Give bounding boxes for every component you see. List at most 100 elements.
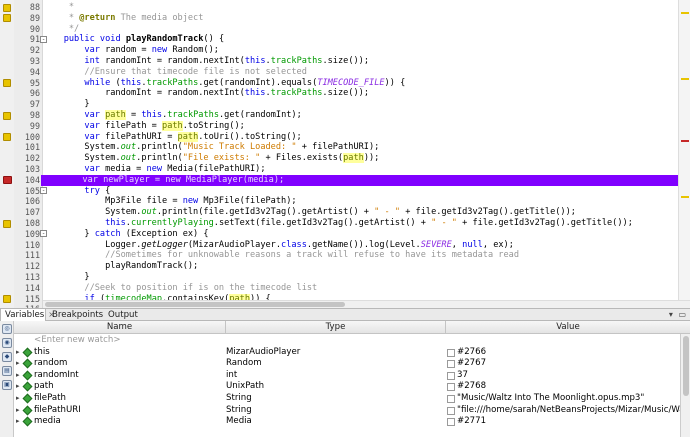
variable-value[interactable]: #2767 [457,358,690,370]
horizontal-scrollbar-thumb[interactable] [45,302,345,307]
line-number[interactable]: 101 [14,142,40,153]
variable-row[interactable]: ▸ filePathURI String "file:///home/sarah/Ne… [14,405,690,417]
variable-value[interactable]: "file:///home/sarah/NetBeansProjects/Miz… [457,405,690,417]
evaluate-icon[interactable]: ◉ [2,338,12,348]
line-number[interactable]: 91 [14,34,40,45]
new-watch-placeholder[interactable]: <Enter new watch> [34,335,220,347]
warning-stripe-marker[interactable] [681,12,689,14]
value-edit-checkbox[interactable] [447,406,455,415]
expand-icon[interactable]: ▸ [16,347,20,359]
value-edit-checkbox[interactable] [447,383,455,392]
variables-scrollbar-thumb[interactable] [683,336,689,396]
code-line[interactable]: * @return The media object [43,13,678,24]
hint-bulb-icon[interactable] [3,219,11,228]
line-number[interactable]: 92 [14,45,40,56]
hint-bulb-icon[interactable] [3,14,11,23]
settings-icon[interactable]: ▣ [2,380,12,390]
code-line[interactable]: public void playRandomTrack() { [43,34,678,45]
value-edit-checkbox[interactable] [447,395,455,403]
line-number[interactable]: 113 [14,272,40,283]
code-area[interactable]: * * @return The media object */ public v… [41,0,690,308]
line-number[interactable]: 109 [14,229,40,240]
code-line[interactable]: int randomInt = random.nextInt(this.trac… [43,56,678,67]
variables-scrollbar[interactable] [680,334,690,437]
code-line[interactable]: var filePathURI = path.toUri().toString(… [43,131,678,143]
variable-value[interactable]: #2766 [457,347,690,359]
variable-row[interactable]: ▸ randomInt int 37 [14,370,690,382]
value-edit-checkbox[interactable] [447,348,455,357]
line-number[interactable]: 90 [14,24,40,35]
code-line[interactable]: Mp3File file = new Mp3File(filePath); [43,196,678,207]
hint-bulb-icon[interactable] [3,3,11,12]
code-line[interactable]: var filePath = path.toString(); [43,120,678,132]
code-line[interactable]: Logger.getLogger(MizarAudioPlayer.class.… [43,240,678,251]
tab-breakpoints[interactable]: Breakpoints [48,309,107,321]
horizontal-scrollbar[interactable] [43,300,690,308]
new-watch-icon[interactable]: ◆ [2,352,12,362]
line-number[interactable]: 88 [14,2,40,13]
maximize-icon[interactable]: ▭ [678,310,686,319]
tab-list-icon[interactable]: ▾ [669,310,673,319]
line-number[interactable]: 106 [14,196,40,207]
variable-row[interactable]: ▸ media Media #2771 [14,416,690,428]
line-number[interactable]: 100 [14,132,40,143]
annotation-gutter[interactable] [0,0,14,308]
value-edit-checkbox[interactable] [447,418,455,427]
expand-icon[interactable]: ▸ [16,358,20,370]
code-line[interactable]: } [43,99,678,110]
expand-icon[interactable]: ▸ [16,370,20,382]
code-editor[interactable]: 88 89 90 91 92 93 94 95 96 97 98 99 100 101 102 103 104 1… [0,0,690,308]
code-line[interactable]: System.out.println("Music Track Loaded: … [43,142,678,153]
debugging-view-icon[interactable]: ◎ [2,324,12,334]
line-number[interactable]: 115 [14,294,40,305]
code-line[interactable]: var random = new Random(); [43,45,678,56]
line-number[interactable]: 104 [14,175,40,186]
code-line[interactable]: System.out.println("File exists: " + Fil… [43,153,678,164]
line-number[interactable]: 103 [14,164,40,175]
code-line[interactable]: var media = new Media(filePathURI); [43,164,678,175]
variable-row[interactable]: ▸ this MizarAudioPlayer #2766 [14,347,690,359]
line-number[interactable]: 93 [14,56,40,67]
line-number[interactable]: 108 [14,218,40,229]
expand-icon[interactable]: ▸ [16,416,20,428]
column-header-value[interactable]: Value [446,321,690,334]
variable-value[interactable]: "Music/Waltz Into The Moonlight.opus.mp3… [457,393,690,405]
expand-icon[interactable]: ▸ [16,393,20,405]
line-number[interactable]: 96 [14,88,40,99]
line-number[interactable]: 107 [14,207,40,218]
hint-bulb-icon[interactable] [3,295,11,304]
fold-toggle-icon[interactable]: - [40,35,47,43]
line-number[interactable]: 95 [14,78,40,89]
variable-row[interactable]: ▸ random Random #2767 [14,358,690,370]
code-line[interactable]: var path = this.trackPaths.get(randomInt… [43,110,678,121]
hint-bulb-icon[interactable] [3,111,11,120]
line-number[interactable]: 105 [14,186,40,197]
fold-toggle-icon[interactable]: - [40,230,47,238]
code-line[interactable]: //Seek to position if is on the timecode… [43,283,678,294]
code-line[interactable]: //Sometimes for unknowable reasons a tra… [43,250,678,261]
expand-icon[interactable]: ▸ [16,405,20,417]
breakpoint-icon[interactable] [3,176,12,185]
current-line-highlight[interactable]: var newPlayer = new MediaPlayer(media); [41,174,690,186]
line-number[interactable]: 98 [14,110,40,121]
column-header-type[interactable]: Type [226,321,446,334]
variable-row[interactable]: ▸ filePath String "Music/Waltz Into The Moo… [14,393,690,405]
line-number[interactable]: 94 [14,67,40,78]
new-watch-row[interactable]: <Enter new watch> [14,335,690,347]
column-header-name[interactable]: Name [14,321,226,334]
line-number[interactable]: 114 [14,283,40,294]
code-line[interactable]: while (this.trackPaths.get(randomInt).eq… [43,78,678,89]
code-line[interactable]: //Ensure that timecode file is not selec… [43,67,678,78]
fold-toggle-icon[interactable]: - [40,187,47,195]
code-line[interactable]: } [43,272,678,283]
expand-icon[interactable]: ▸ [16,381,20,393]
warning-stripe-marker[interactable] [681,196,689,198]
code-line[interactable]: } catch (Exception ex) { [43,229,678,240]
error-stripe[interactable] [678,0,690,308]
code-line[interactable]: this.currentlyPlaying.setText(file.getId… [43,218,678,229]
line-number[interactable]: 89 [14,13,40,24]
line-number[interactable]: 111 [14,250,40,261]
hint-bulb-icon[interactable] [3,79,11,88]
line-number[interactable]: 110 [14,240,40,251]
line-number[interactable]: 112 [14,261,40,272]
